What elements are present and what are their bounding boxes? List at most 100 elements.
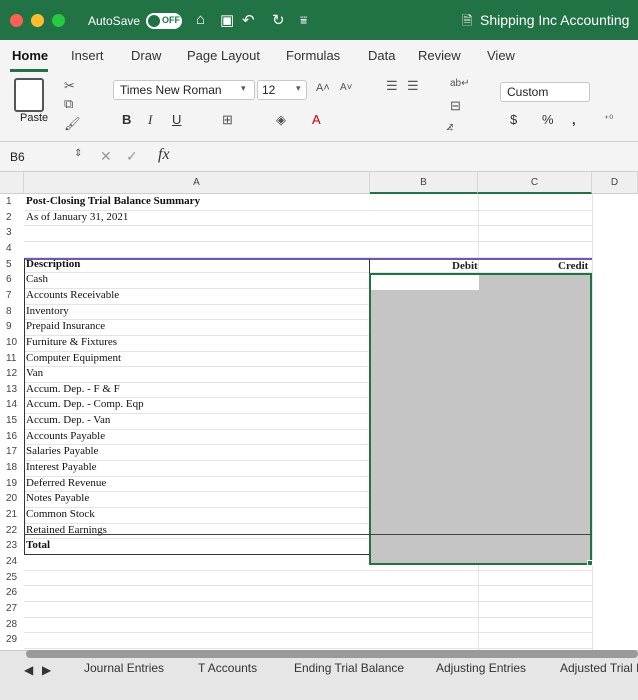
row-header[interactable]: 24 bbox=[0, 554, 24, 570]
column-header-c[interactable]: C bbox=[478, 172, 592, 194]
save-icon[interactable]: ▣ bbox=[220, 11, 234, 29]
font-color-icon[interactable]: A bbox=[312, 112, 321, 127]
minimize-window-icon[interactable] bbox=[31, 14, 44, 27]
increase-font-icon[interactable]: A˄ bbox=[316, 82, 330, 94]
decrease-font-icon[interactable]: A˅ bbox=[340, 82, 353, 93]
active-cell-b6[interactable] bbox=[371, 275, 479, 290]
fill-handle[interactable] bbox=[587, 560, 593, 566]
next-sheet-icon[interactable]: ▶ bbox=[42, 663, 51, 677]
tab-page-layout[interactable]: Page Layout bbox=[187, 48, 260, 63]
align-left-icon[interactable]: ☰ bbox=[386, 78, 398, 94]
tab-review[interactable]: Review bbox=[418, 48, 461, 63]
row-header[interactable]: 5 bbox=[0, 257, 24, 273]
autosave-state: OFF bbox=[162, 15, 180, 25]
row-header[interactable]: 9 bbox=[0, 319, 24, 335]
tab-data[interactable]: Data bbox=[368, 48, 395, 63]
bold-button[interactable]: B bbox=[122, 112, 131, 127]
column-header-b[interactable]: B bbox=[370, 172, 478, 194]
currency-button[interactable]: $ bbox=[510, 112, 517, 127]
row-header[interactable]: 20 bbox=[0, 491, 24, 507]
name-box[interactable]: B6 bbox=[10, 150, 25, 164]
underline-button[interactable]: U bbox=[172, 112, 181, 127]
row-header[interactable]: 17 bbox=[0, 444, 24, 460]
tab-home[interactable]: Home bbox=[12, 48, 48, 63]
sheet-tab-adjusting-entries[interactable]: Adjusting Entries bbox=[436, 661, 526, 675]
format-painter-icon[interactable]: 🖌 bbox=[64, 116, 81, 132]
merge-center-icon[interactable]: ⊟ bbox=[450, 98, 461, 114]
row-header[interactable]: 26 bbox=[0, 585, 24, 601]
home-icon[interactable]: ⌂ bbox=[196, 11, 205, 28]
cancel-icon[interactable]: ✕ bbox=[100, 148, 112, 165]
cut-icon[interactable]: ✂ bbox=[64, 78, 75, 94]
italic-button[interactable]: I bbox=[148, 112, 152, 128]
column-header-d[interactable]: D bbox=[592, 172, 638, 194]
tab-view[interactable]: View bbox=[487, 48, 515, 63]
column-header-a[interactable]: A bbox=[24, 172, 370, 194]
prev-sheet-icon[interactable]: ◀ bbox=[24, 663, 33, 677]
tab-draw[interactable]: Draw bbox=[131, 48, 161, 63]
insert-function-icon[interactable]: fx bbox=[158, 146, 170, 164]
row-header[interactable]: 25 bbox=[0, 570, 24, 586]
redo-icon[interactable]: ↻ bbox=[272, 11, 285, 29]
row-header[interactable]: 23 bbox=[0, 538, 24, 554]
row-gridline bbox=[24, 585, 592, 587]
borders-icon[interactable]: ⊞ bbox=[222, 112, 233, 128]
increase-decimal-icon[interactable]: ⁺⁰ bbox=[604, 114, 613, 125]
cell-a[interactable]: As of January 31, 2021 bbox=[26, 210, 128, 226]
cell-a[interactable]: Post-Closing Trial Balance Summary bbox=[26, 194, 200, 210]
row-header[interactable]: 2 bbox=[0, 210, 24, 226]
row-header[interactable]: 12 bbox=[0, 366, 24, 382]
document-title: Shipping Inc Accounting bbox=[480, 12, 630, 28]
sheet-tab-ending-trial-balance[interactable]: Ending Trial Balance bbox=[294, 661, 404, 675]
percent-button[interactable]: % bbox=[542, 112, 554, 127]
row-header[interactable]: 7 bbox=[0, 288, 24, 304]
close-window-icon[interactable] bbox=[10, 14, 23, 27]
row-header[interactable]: 21 bbox=[0, 507, 24, 523]
wrap-text-icon[interactable]: ab↵ bbox=[450, 78, 470, 89]
tab-insert[interactable]: Insert bbox=[71, 48, 104, 63]
customize-toolbar-icon[interactable]: ⩸ bbox=[300, 13, 307, 28]
horizontal-scrollbar[interactable] bbox=[26, 650, 638, 658]
row-header[interactable]: 16 bbox=[0, 429, 24, 445]
row-header[interactable]: 3 bbox=[0, 225, 24, 241]
row-header[interactable]: 10 bbox=[0, 335, 24, 351]
orientation-icon[interactable]: ⦨ bbox=[446, 118, 453, 134]
row-header[interactable]: 22 bbox=[0, 523, 24, 539]
row-header[interactable]: 19 bbox=[0, 476, 24, 492]
row-header[interactable]: 28 bbox=[0, 617, 24, 633]
spreadsheet-grid[interactable]: A B C D 1 Post-Closing Trial Balance Summ… bbox=[0, 172, 638, 665]
row-gridline bbox=[24, 240, 592, 242]
sheet-tab-journal-entries[interactable]: Journal Entries bbox=[84, 661, 164, 675]
copy-icon[interactable]: ⧉ bbox=[64, 96, 73, 112]
number-format-select[interactable]: Custom bbox=[500, 82, 590, 102]
row-header[interactable]: 4 bbox=[0, 241, 24, 257]
selected-range[interactable] bbox=[369, 273, 592, 565]
sheet-tab-adjusted-trial[interactable]: Adjusted Trial I bbox=[560, 661, 638, 675]
font-name-select[interactable]: Times New Roman bbox=[113, 80, 255, 100]
align-center-icon[interactable]: ☰ bbox=[407, 78, 419, 94]
row-header[interactable]: 8 bbox=[0, 304, 24, 320]
row-header[interactable]: 15 bbox=[0, 413, 24, 429]
row-header[interactable]: 6 bbox=[0, 272, 24, 288]
row-header[interactable]: 11 bbox=[0, 351, 24, 367]
chevron-down-icon[interactable]: ▾ bbox=[296, 83, 301, 94]
row-header[interactable]: 29 bbox=[0, 632, 24, 648]
column-divider bbox=[592, 194, 593, 650]
enter-icon[interactable]: ✓ bbox=[126, 148, 138, 165]
row-header[interactable]: 14 bbox=[0, 397, 24, 413]
row-header[interactable]: 1 bbox=[0, 194, 24, 210]
maximize-window-icon[interactable] bbox=[52, 14, 65, 27]
sheet-tab-t-accounts[interactable]: T Accounts bbox=[198, 661, 257, 675]
row-header[interactable]: 27 bbox=[0, 601, 24, 617]
stepper-icon[interactable]: ⇕ bbox=[74, 148, 82, 159]
comma-button[interactable]: , bbox=[572, 112, 576, 127]
row-header[interactable]: 18 bbox=[0, 460, 24, 476]
row-header[interactable]: 13 bbox=[0, 382, 24, 398]
undo-icon[interactable]: ↶ bbox=[242, 11, 255, 29]
paste-icon[interactable] bbox=[14, 78, 44, 112]
select-all-corner[interactable] bbox=[0, 172, 24, 194]
fill-color-icon[interactable]: ◈ bbox=[276, 112, 286, 128]
autosave-toggle[interactable]: OFF bbox=[146, 13, 182, 29]
chevron-down-icon[interactable]: ▾ bbox=[241, 83, 246, 94]
tab-formulas[interactable]: Formulas bbox=[286, 48, 340, 63]
